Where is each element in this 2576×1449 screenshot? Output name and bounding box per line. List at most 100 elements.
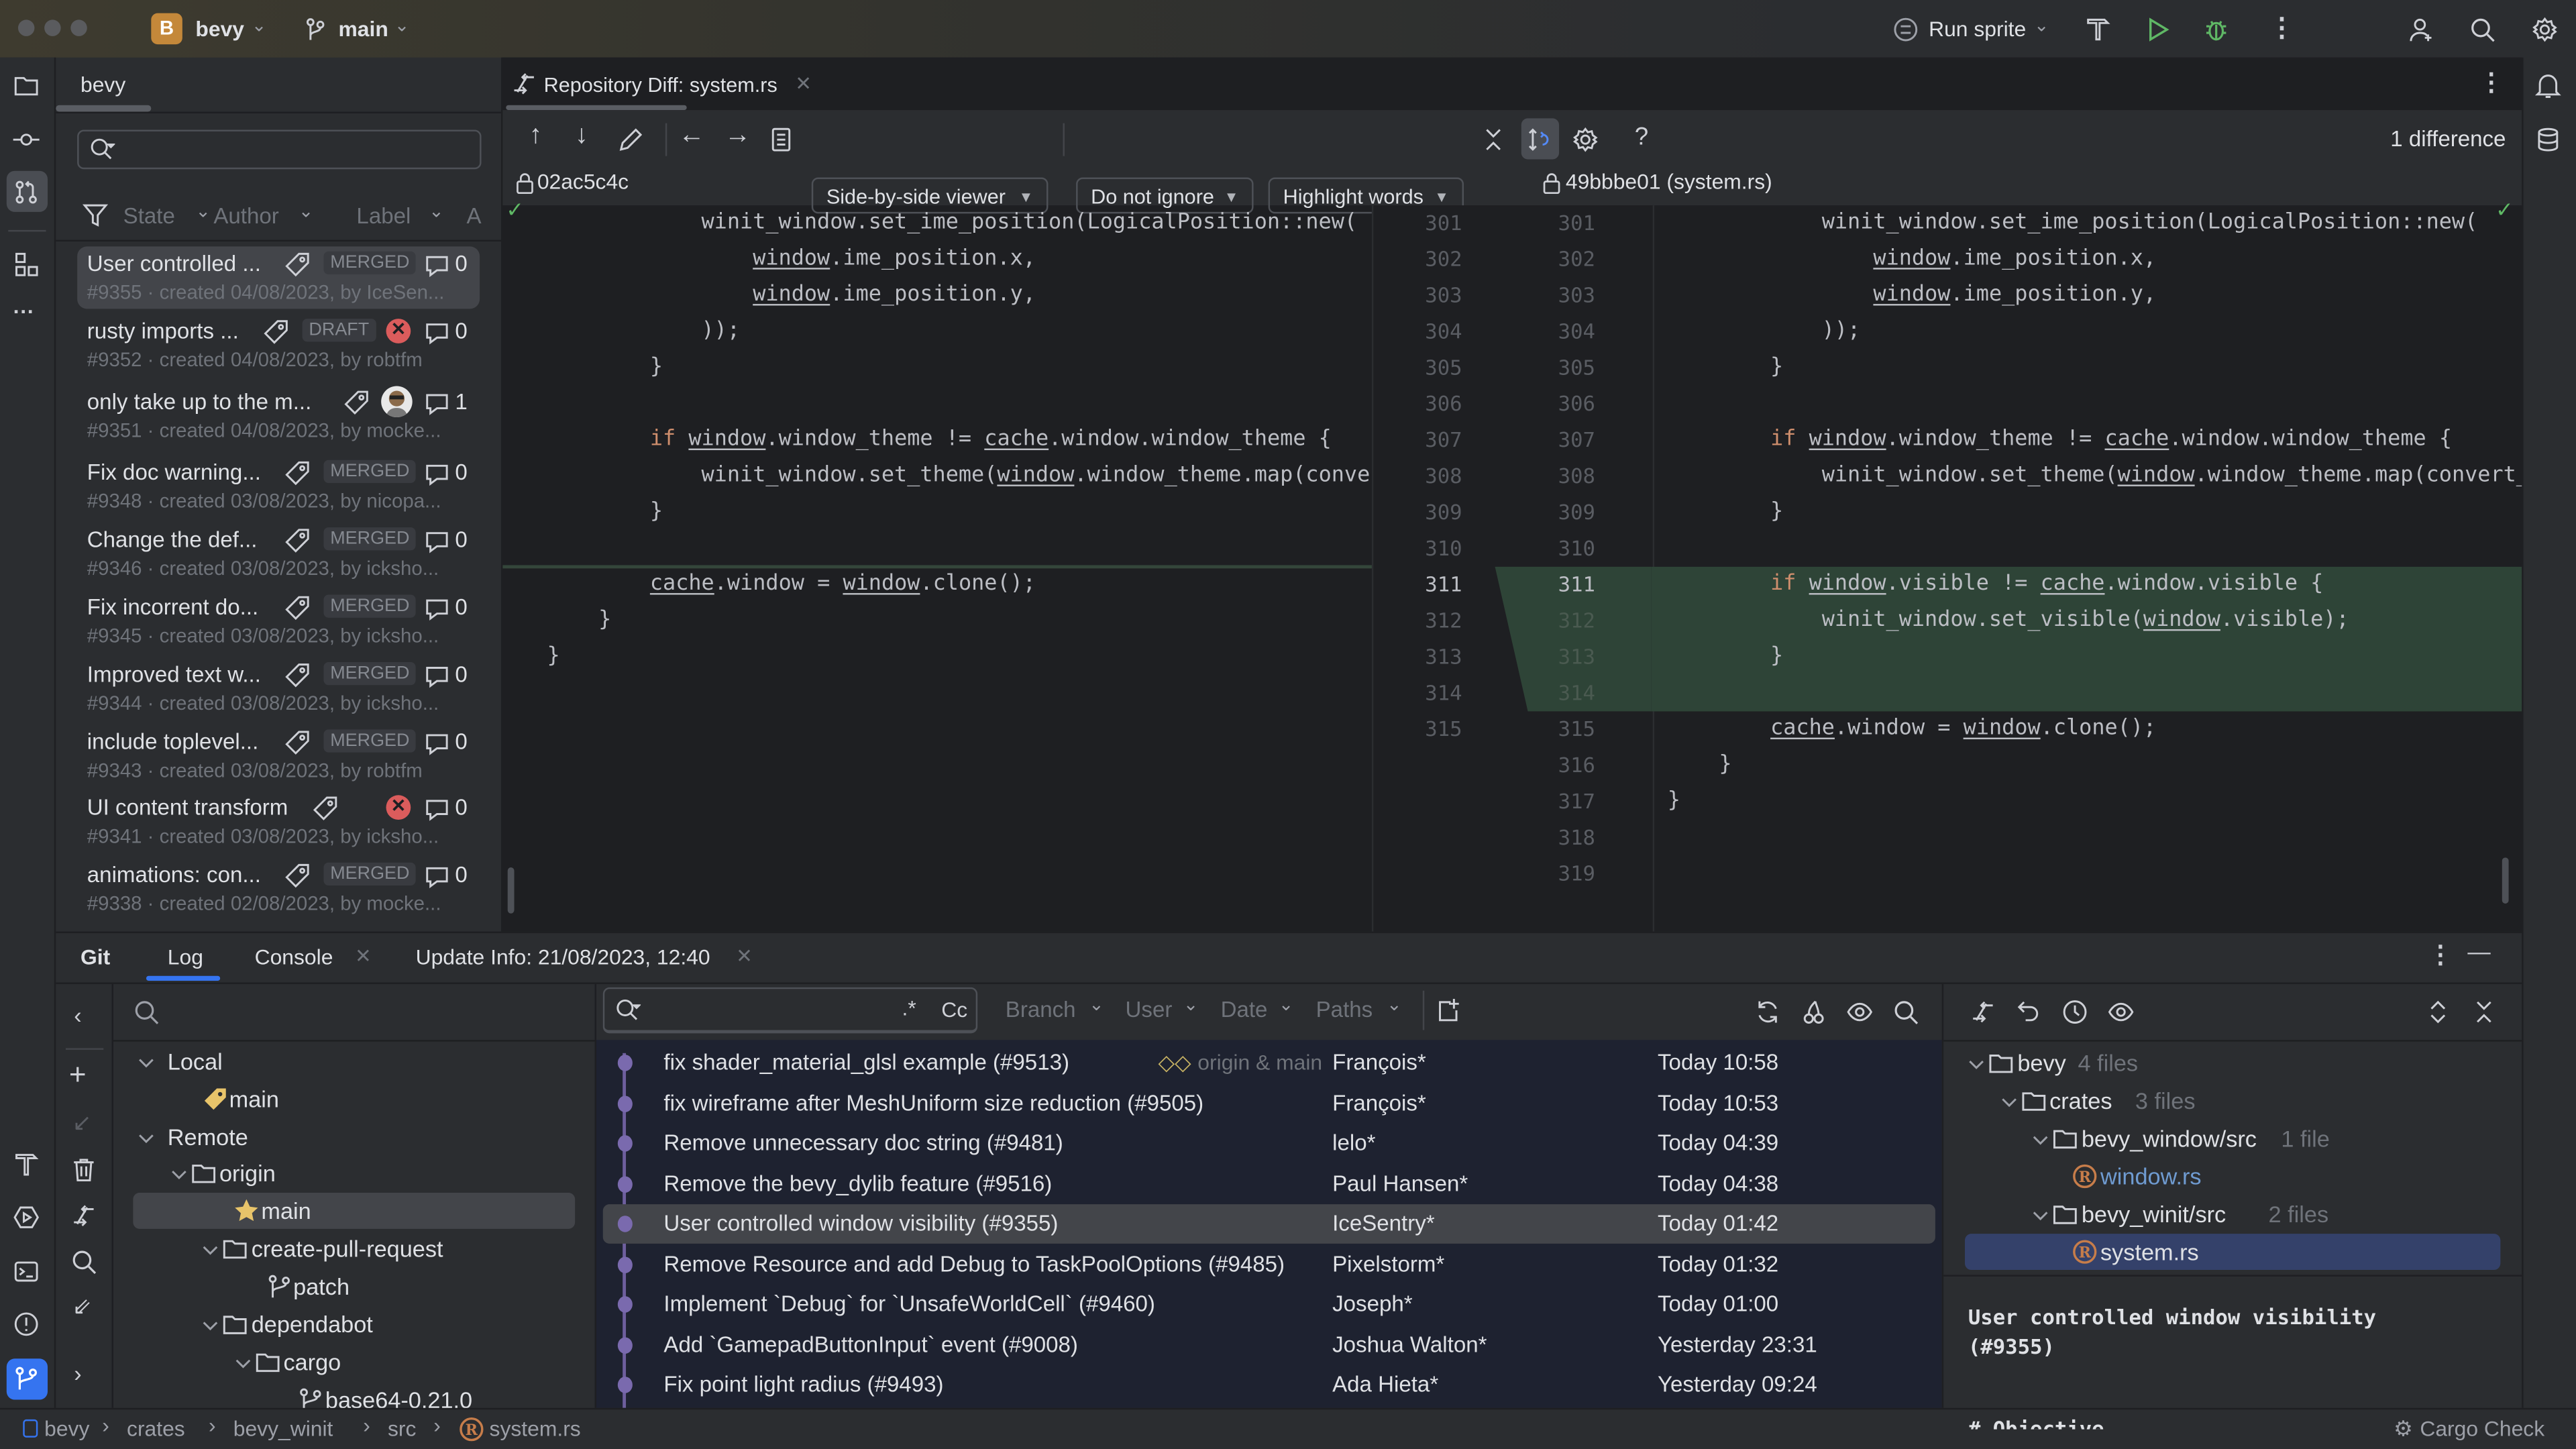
- pr-list-item[interactable]: Change the def... #9346 · created 03/08/2…: [77, 523, 480, 585]
- branch-switcher[interactable]: main ⌄: [303, 11, 417, 46]
- minimize-window-button[interactable]: [44, 19, 61, 36]
- expand-right-icon[interactable]: ›: [74, 1360, 81, 1387]
- database-icon[interactable]: [2535, 127, 2561, 153]
- terminal-icon[interactable]: [13, 1258, 40, 1285]
- commit-row[interactable]: Remove Resource and add Debug to TaskPoo…: [603, 1244, 1935, 1284]
- history-clock-icon[interactable]: [2061, 999, 2088, 1025]
- next-file-icon[interactable]: →: [724, 121, 751, 151]
- services-run-icon[interactable]: [13, 1204, 40, 1230]
- branch-tree-item[interactable]: origin: [133, 1155, 575, 1191]
- commit-row[interactable]: Add `GamepadButtonInput` event (#9008) Jo…: [603, 1325, 1935, 1364]
- filter-a[interactable]: A: [467, 204, 500, 233]
- collapse-unchanged-icon[interactable]: [1481, 127, 1507, 153]
- more-actions-icon[interactable]: ⋮: [2269, 11, 2295, 44]
- tab-log[interactable]: Log: [168, 945, 203, 969]
- compare-icon[interactable]: [1970, 999, 1996, 1025]
- branch-tree-item[interactable]: create-pull-request: [133, 1230, 575, 1267]
- branch-tree-item[interactable]: base64-0.21.0: [133, 1382, 575, 1408]
- refresh-icon[interactable]: [1755, 999, 1781, 1025]
- run-configuration-selector[interactable]: Run sprite ⌄: [1892, 11, 2057, 46]
- notifications-bell-icon[interactable]: [2534, 72, 2561, 99]
- label-tag-icon[interactable]: [284, 662, 309, 688]
- editor-more-icon[interactable]: ⋮: [2479, 67, 2504, 97]
- tab-update-info[interactable]: Update Info: 21/08/2023, 12:40: [416, 945, 710, 969]
- label-tag-icon[interactable]: [263, 319, 288, 344]
- chevron-down-icon[interactable]: [1995, 1089, 2017, 1111]
- collapse-all-icon[interactable]: [2471, 999, 2497, 1025]
- branch-search-input[interactable]: [166, 991, 576, 1034]
- previous-file-icon[interactable]: ←: [678, 121, 704, 151]
- chevron-down-icon[interactable]: [133, 1126, 154, 1147]
- chevron-down-icon[interactable]: [165, 1161, 186, 1183]
- branch-tree-item[interactable]: dependabot: [133, 1306, 575, 1342]
- pr-list-item[interactable]: UI content transform #9341 · created 03/0…: [77, 790, 480, 853]
- maximize-window-button[interactable]: [70, 19, 87, 36]
- label-tag-icon[interactable]: [284, 729, 309, 755]
- fetch-arrow-icon[interactable]: ⇙: [72, 1293, 92, 1321]
- panel-options-icon[interactable]: ⋮: [2428, 940, 2453, 969]
- chevron-down-icon[interactable]: [229, 1350, 251, 1372]
- update-arrow-icon[interactable]: ↙: [72, 1109, 92, 1137]
- changed-file-item[interactable]: Rwindow.rs: [1965, 1159, 2500, 1195]
- commit-row[interactable]: fix wireframe after MeshUniform size red…: [603, 1083, 1935, 1123]
- branch-tree-item[interactable]: main: [133, 1193, 575, 1229]
- commit-row[interactable]: Remove the bevy_dylib feature (#9516) Pau…: [603, 1164, 1935, 1203]
- chevron-down-icon[interactable]: [197, 1237, 219, 1258]
- tab-repository-diff[interactable]: Repository Diff: system.rs ✕: [506, 67, 818, 103]
- expand-all-icon[interactable]: [2425, 999, 2451, 1025]
- branch-tree-item[interactable]: main: [133, 1081, 575, 1117]
- close-tab-icon[interactable]: ✕: [795, 72, 812, 95]
- chevron-down-icon[interactable]: [133, 1050, 154, 1071]
- breadcrumb-item[interactable]: bevy_winit: [233, 1416, 333, 1441]
- search-icon[interactable]: [70, 1248, 97, 1275]
- chevron-down-icon[interactable]: [2027, 1203, 2049, 1224]
- collapse-left-icon[interactable]: ‹: [74, 1002, 81, 1028]
- label-tag-icon[interactable]: [284, 863, 309, 888]
- label-tag-icon[interactable]: [284, 527, 309, 553]
- delete-trash-icon[interactable]: [70, 1157, 97, 1183]
- log-search-input[interactable]: .* Cc: [602, 987, 978, 1034]
- build-hammer-icon[interactable]: [2085, 16, 2111, 42]
- chevron-down-icon[interactable]: [1964, 1051, 1985, 1073]
- problems-icon[interactable]: [13, 1311, 40, 1337]
- view-options-eye-icon[interactable]: [2108, 999, 2134, 1025]
- pr-search-input[interactable]: [77, 129, 482, 170]
- pr-list-item[interactable]: include toplevel... #9343 · created 03/08…: [77, 724, 480, 787]
- pr-list-item[interactable]: Fix incorrent do... #9345 · created 03/08…: [77, 590, 480, 652]
- label-tag-icon[interactable]: [343, 389, 368, 415]
- file-list-icon[interactable]: [769, 127, 795, 153]
- previous-difference-icon[interactable]: ↑: [529, 121, 543, 151]
- branch-tree-item[interactable]: Remote: [133, 1119, 575, 1155]
- search-icon[interactable]: [1892, 999, 1919, 1025]
- commit-icon[interactable]: [13, 127, 40, 153]
- pr-list-item[interactable]: only take up to the m... #9351 · created …: [77, 384, 480, 447]
- commit-row[interactable]: Implement `Debug` for `UnsafeWorldCell` …: [603, 1285, 1935, 1324]
- label-tag-icon[interactable]: [284, 595, 309, 621]
- cargo-check-button[interactable]: Cargo Check: [2420, 1416, 2544, 1441]
- breadcrumb-item[interactable]: crates: [127, 1416, 185, 1441]
- open-new-tab-icon[interactable]: [1436, 998, 1462, 1024]
- left-scrollbar[interactable]: [507, 867, 515, 914]
- compare-icon[interactable]: [70, 1203, 97, 1229]
- pr-list-item[interactable]: Fix doc warning... #9348 · created 03/08/…: [77, 455, 480, 517]
- revert-icon[interactable]: [2016, 999, 2042, 1025]
- build-hammer-icon[interactable]: [13, 1152, 40, 1178]
- changes-folder-item[interactable]: bevy_winit/src 2 files: [1965, 1196, 2500, 1232]
- breadcrumb-item[interactable]: system.rs: [490, 1416, 581, 1441]
- chevron-down-icon[interactable]: [197, 1313, 219, 1334]
- structure-icon[interactable]: [13, 252, 40, 278]
- filter-icon[interactable]: [82, 202, 109, 228]
- match-case-toggle[interactable]: Cc: [941, 998, 967, 1022]
- run-play-icon[interactable]: [2144, 16, 2170, 42]
- changes-folder-item[interactable]: bevy 4 files: [1965, 1045, 2500, 1081]
- close-console-tab-icon[interactable]: ✕: [355, 945, 372, 967]
- commit-row[interactable]: Remove unnecessary doc string (#9481) lel…: [603, 1124, 1935, 1163]
- breadcrumb-item[interactable]: src: [388, 1416, 416, 1441]
- branch-tree-item[interactable]: cargo: [133, 1344, 575, 1380]
- changes-folder-item[interactable]: crates 3 files: [1965, 1083, 2500, 1119]
- search-everywhere-icon[interactable]: [2469, 16, 2496, 42]
- commit-row[interactable]: fix shader_material_glsl example (#9513)…: [603, 1043, 1935, 1083]
- label-tag-icon[interactable]: [284, 460, 309, 486]
- branch-tree-item[interactable]: patch: [133, 1269, 575, 1305]
- hide-panel-icon[interactable]: —: [2467, 938, 2490, 964]
